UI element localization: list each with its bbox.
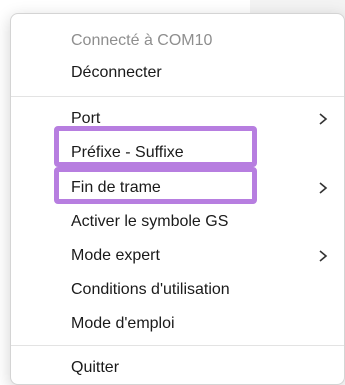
highlight-prefix-suffix (54, 126, 257, 167)
chevron-right-icon (319, 182, 328, 194)
chevron-right-icon (319, 113, 328, 125)
menu-item-manual[interactable]: Mode d'emploi (11, 307, 344, 341)
highlight-end-of-frame (54, 167, 257, 204)
status-label: Connecté à COM10 (71, 32, 213, 49)
expert-mode-label: Mode expert (71, 247, 160, 264)
enable-gs-label: Activer le symbole GS (71, 213, 229, 230)
menu-item-enable-gs[interactable]: Activer le symbole GS (11, 205, 344, 239)
terms-label: Conditions d'utilisation (71, 281, 230, 298)
menu-item-status: Connecté à COM10 (11, 24, 344, 58)
chevron-right-icon (319, 250, 328, 262)
screen: Connecté à COM10 Déconnecter Port Préfix… (0, 0, 345, 385)
quit-label: Quitter (71, 359, 120, 376)
menu-item-quit[interactable]: Quitter (11, 351, 344, 385)
menu-item-terms[interactable]: Conditions d'utilisation (11, 273, 344, 307)
menu-separator (11, 96, 344, 97)
menu-separator (11, 345, 344, 346)
menu-item-disconnect[interactable]: Déconnecter (11, 56, 344, 90)
manual-label: Mode d'emploi (71, 315, 175, 332)
menu-item-expert-mode[interactable]: Mode expert (11, 239, 344, 273)
disconnect-label: Déconnecter (71, 64, 162, 81)
